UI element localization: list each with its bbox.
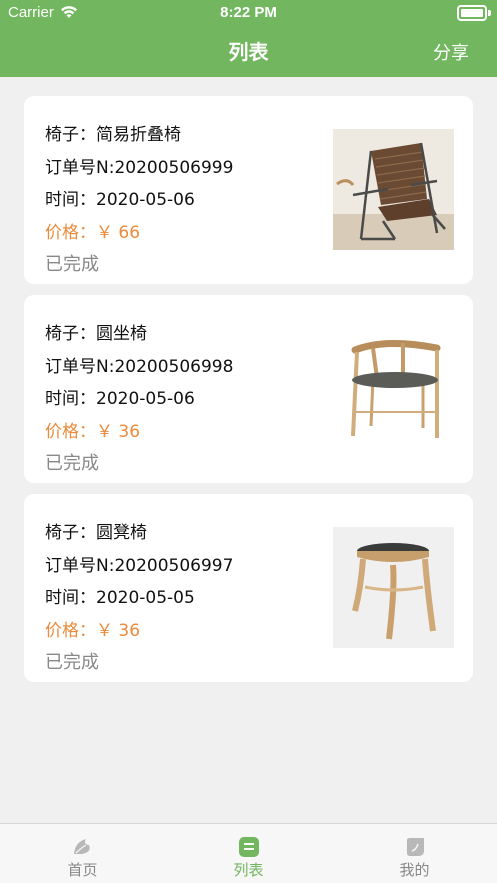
order-price: 价格：￥ 36 xyxy=(45,616,140,641)
order-price: 价格：￥ 36 xyxy=(45,417,140,442)
order-status: 已完成 xyxy=(45,254,99,275)
tab-home[interactable]: 首页 xyxy=(0,824,165,883)
price-value: ￥ 66 xyxy=(96,223,141,243)
chair-name: 椅子：简易折叠椅 xyxy=(45,125,181,145)
order-time: 时间：2020-05-06 xyxy=(45,190,195,210)
order-status: 已完成 xyxy=(45,652,99,673)
page-title: 列表 xyxy=(228,40,269,64)
tab-home-label: 首页 xyxy=(67,861,98,879)
order-number: 订单号N:20200506999 xyxy=(45,158,234,178)
navigation-header: Carrier 8:22 PM 列表 分享 xyxy=(0,0,497,77)
order-status: 已完成 xyxy=(45,453,99,474)
price-label: 价格： xyxy=(45,422,96,442)
round-armchair-image xyxy=(333,328,454,449)
price-value: ￥ 36 xyxy=(96,422,141,442)
profile-icon xyxy=(407,838,424,856)
tab-mine-label: 我的 xyxy=(399,861,430,879)
list-icon xyxy=(239,837,259,857)
folding-chair-image xyxy=(333,129,454,250)
tab-mine[interactable]: 我的 xyxy=(332,824,497,883)
order-price: 价格：￥ 66 xyxy=(45,218,140,243)
tab-list-label: 列表 xyxy=(233,861,264,879)
round-stool-image xyxy=(333,527,454,648)
price-label: 价格： xyxy=(45,223,96,243)
order-number: 订单号N:20200506997 xyxy=(45,556,234,576)
order-card[interactable]: 椅子：简易折叠椅 订单号N:20200506999 时间：2020-05-06 … xyxy=(24,96,473,284)
status-time: 8:22 PM xyxy=(220,4,277,21)
tab-list[interactable]: 列表 xyxy=(166,824,331,883)
order-time: 时间：2020-05-06 xyxy=(45,389,195,409)
chair-name: 椅子：圆凳椅 xyxy=(45,523,147,543)
price-value: ￥ 36 xyxy=(96,621,141,641)
tab-bar: 首页 列表 我的 xyxy=(0,823,497,883)
status-bar: Carrier 8:22 PM xyxy=(0,0,497,26)
order-time: 时间：2020-05-05 xyxy=(45,588,195,608)
order-number: 订单号N:20200506998 xyxy=(45,357,234,377)
chair-name: 椅子：圆坐椅 xyxy=(45,324,147,344)
price-label: 价格： xyxy=(45,621,96,641)
leaf-icon xyxy=(74,839,90,854)
order-card[interactable]: 椅子：圆坐椅 订单号N:20200506998 时间：2020-05-06 价格… xyxy=(24,295,473,483)
order-card[interactable]: 椅子：圆凳椅 订单号N:20200506997 时间：2020-05-05 价格… xyxy=(24,494,473,682)
battery-icon xyxy=(457,5,491,21)
share-button[interactable]: 分享 xyxy=(433,39,469,65)
